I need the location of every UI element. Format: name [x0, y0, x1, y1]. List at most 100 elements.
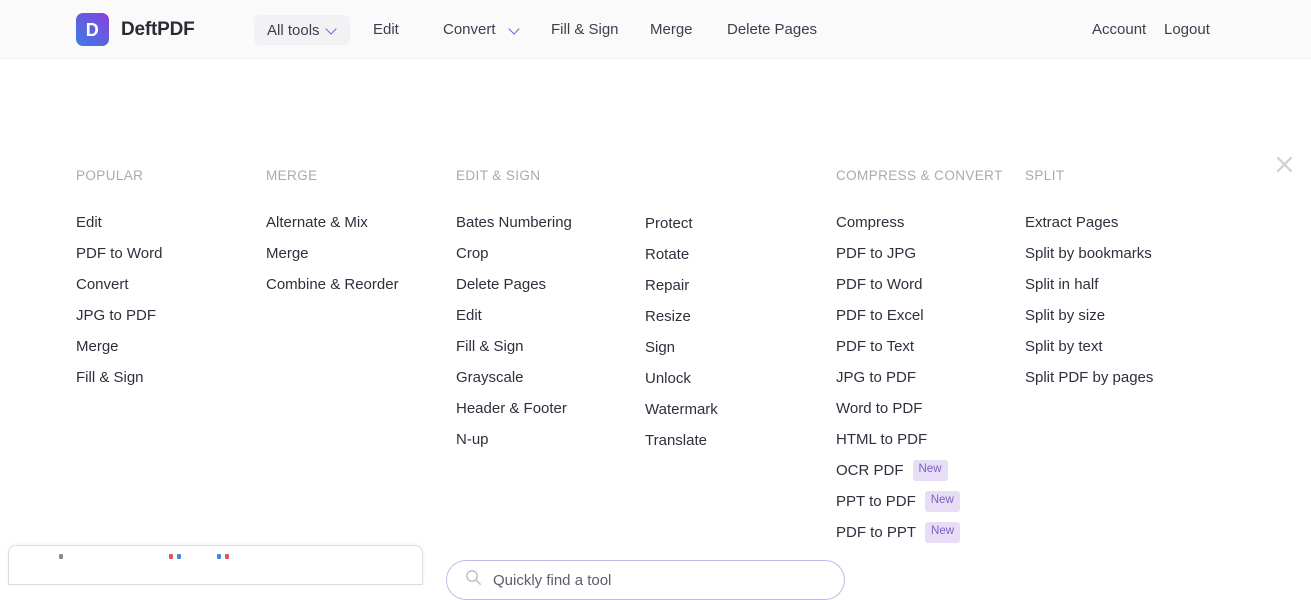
tool-link[interactable]: Edit	[76, 207, 162, 238]
tool-link-label: PDF to Excel	[836, 307, 924, 324]
nav-all-tools-button[interactable]: All tools	[254, 15, 350, 45]
tool-link-label: Sign	[645, 339, 676, 356]
tool-link-label: Watermark	[645, 401, 718, 418]
site-header: D DeftPDF All tools Edit Convert Fill & …	[0, 0, 1311, 59]
tool-link[interactable]: Extract Pages	[1025, 207, 1153, 238]
nav-item-merge[interactable]: Merge	[650, 0, 693, 59]
tool-link[interactable]: Rotate	[645, 239, 718, 270]
tool-link-label: Header & Footer	[456, 400, 567, 417]
tool-link[interactable]: Resize	[645, 301, 718, 332]
tool-link[interactable]: PDF to Text	[836, 331, 960, 362]
tool-link-label: Fill & Sign	[76, 369, 144, 386]
tool-link-label: PDF to JPG	[836, 245, 917, 262]
all-tools-mega-menu: POPULAR MERGE EDIT & SIGN COMPRESS & CON…	[0, 60, 1311, 600]
tool-link[interactable]: Convert	[76, 269, 162, 300]
nav-item-edit[interactable]: Edit	[373, 0, 399, 59]
tool-link[interactable]: Edit	[456, 300, 572, 331]
nav-item-merge-label: Merge	[650, 21, 693, 38]
nav-item-convert-label: Convert	[443, 21, 496, 38]
tool-link[interactable]: Crop	[456, 238, 572, 269]
tool-link[interactable]: Compress	[836, 207, 960, 238]
tool-link[interactable]: PDF to Excel	[836, 300, 960, 331]
search-input[interactable]	[493, 571, 826, 589]
tool-link-label: Merge	[76, 338, 119, 355]
nav-item-convert[interactable]: Convert	[443, 0, 520, 59]
nav-item-delete-pages-label: Delete Pages	[727, 21, 818, 38]
tool-link[interactable]: Split PDF by pages	[1025, 362, 1153, 393]
tool-link-label: Repair	[645, 277, 690, 294]
tool-link-label: Alternate & Mix	[266, 214, 368, 231]
tool-link[interactable]: JPG to PDF	[76, 300, 162, 331]
bottom-overlay-panel[interactable]	[8, 545, 423, 585]
tool-link[interactable]: Bates Numbering	[456, 207, 572, 238]
tool-link[interactable]: Delete Pages	[456, 269, 572, 300]
tool-link-label: PDF to PPT	[836, 524, 917, 541]
tool-link[interactable]: JPG to PDF	[836, 362, 960, 393]
tool-link[interactable]: Split by bookmarks	[1025, 238, 1153, 269]
tool-link[interactable]: PDF to JPG	[836, 238, 960, 269]
tool-link[interactable]: OCR PDF New	[836, 455, 960, 486]
tool-link-label: Unlock	[645, 370, 691, 387]
tool-link[interactable]: Combine & Reorder	[266, 269, 399, 300]
tool-link-label: HTML to PDF	[836, 431, 928, 448]
tool-list-edit-sign: Bates Numbering Crop Delete Pages Edit Fill …	[456, 207, 572, 455]
tool-link[interactable]: Watermark	[645, 394, 718, 425]
tool-link-label: Convert	[76, 276, 129, 293]
nav-item-fill-sign[interactable]: Fill & Sign	[551, 0, 619, 59]
tool-link[interactable]: Repair	[645, 270, 718, 301]
tool-link-label: Delete Pages	[456, 276, 547, 293]
tool-search-box[interactable]	[446, 560, 845, 600]
tool-link[interactable]: N-up	[456, 424, 572, 455]
chevron-down-icon	[327, 25, 337, 35]
tool-link[interactable]: HTML to PDF	[836, 424, 960, 455]
tool-link[interactable]: Split by text	[1025, 331, 1153, 362]
tool-link[interactable]: Unlock	[645, 363, 718, 394]
tool-link[interactable]: PDF to Word	[76, 238, 162, 269]
nav-all-tools-label: All tools	[267, 21, 320, 39]
column-heading-split: SPLIT	[1025, 168, 1065, 183]
tool-link-label: Split by text	[1025, 338, 1103, 355]
tool-link[interactable]: Protect	[645, 208, 718, 239]
tool-link[interactable]: Merge	[76, 331, 162, 362]
nav-item-logout[interactable]: Logout	[1164, 0, 1210, 59]
tool-list-merge: Alternate & Mix Merge Combine & Reorder	[266, 207, 399, 300]
tool-link-label: OCR PDF	[836, 462, 904, 479]
chevron-down-icon	[510, 25, 520, 35]
tool-link-label: PDF to Word	[76, 245, 163, 262]
tool-link-label: PDF to Text	[836, 338, 915, 355]
tool-list-compress-convert: Compress PDF to JPG PDF to Word PDF to Exce…	[836, 207, 961, 548]
tool-link[interactable]: Sign	[645, 332, 718, 363]
tool-link-label: Extract Pages	[1025, 214, 1119, 231]
tool-link[interactable]: Translate	[645, 425, 718, 456]
tool-link-label: Compress	[836, 214, 905, 231]
tool-link-label: PPT to PDF	[836, 493, 916, 510]
tool-link-label: Protect	[645, 215, 693, 232]
tool-link[interactable]: Fill & Sign	[456, 331, 572, 362]
nav-item-account[interactable]: Account	[1092, 0, 1146, 59]
tool-link[interactable]: Split in half	[1025, 269, 1153, 300]
close-icon[interactable]	[1272, 152, 1297, 177]
tool-link[interactable]: Header & Footer	[456, 393, 572, 424]
tool-link[interactable]: PDF to PPT New	[836, 517, 961, 548]
nav-item-delete-pages[interactable]: Delete Pages	[727, 0, 817, 59]
tool-link[interactable]: Merge	[266, 238, 399, 269]
tool-link-label: JPG to PDF	[836, 369, 917, 386]
tool-link[interactable]: Split by size	[1025, 300, 1153, 331]
tool-list-edit-sign-secondary: Protect Rotate Repair Resize Sign Unlock Water…	[645, 208, 718, 456]
nav-item-account-label: Account	[1092, 21, 1147, 38]
tool-link-label: Rotate	[645, 246, 690, 263]
tool-link[interactable]: Alternate & Mix	[266, 207, 399, 238]
tool-link[interactable]: PDF to Word	[836, 269, 960, 300]
tool-link-label: Edit	[456, 307, 482, 324]
tool-link[interactable]: PPT to PDF New	[836, 486, 960, 517]
tool-link[interactable]: Fill & Sign	[76, 362, 162, 393]
brand-logo[interactable]: D DeftPDF	[76, 13, 195, 46]
deftpdf-logo-icon: D	[76, 13, 109, 46]
tool-link[interactable]: Word to PDF	[836, 393, 960, 424]
tool-link-label: Combine & Reorder	[266, 276, 399, 293]
tool-link-label: Word to PDF	[836, 400, 923, 417]
tool-link-label: Crop	[456, 245, 489, 262]
new-badge: New	[925, 522, 961, 543]
tool-link-label: Translate	[645, 432, 707, 449]
tool-link[interactable]: Grayscale	[456, 362, 572, 393]
